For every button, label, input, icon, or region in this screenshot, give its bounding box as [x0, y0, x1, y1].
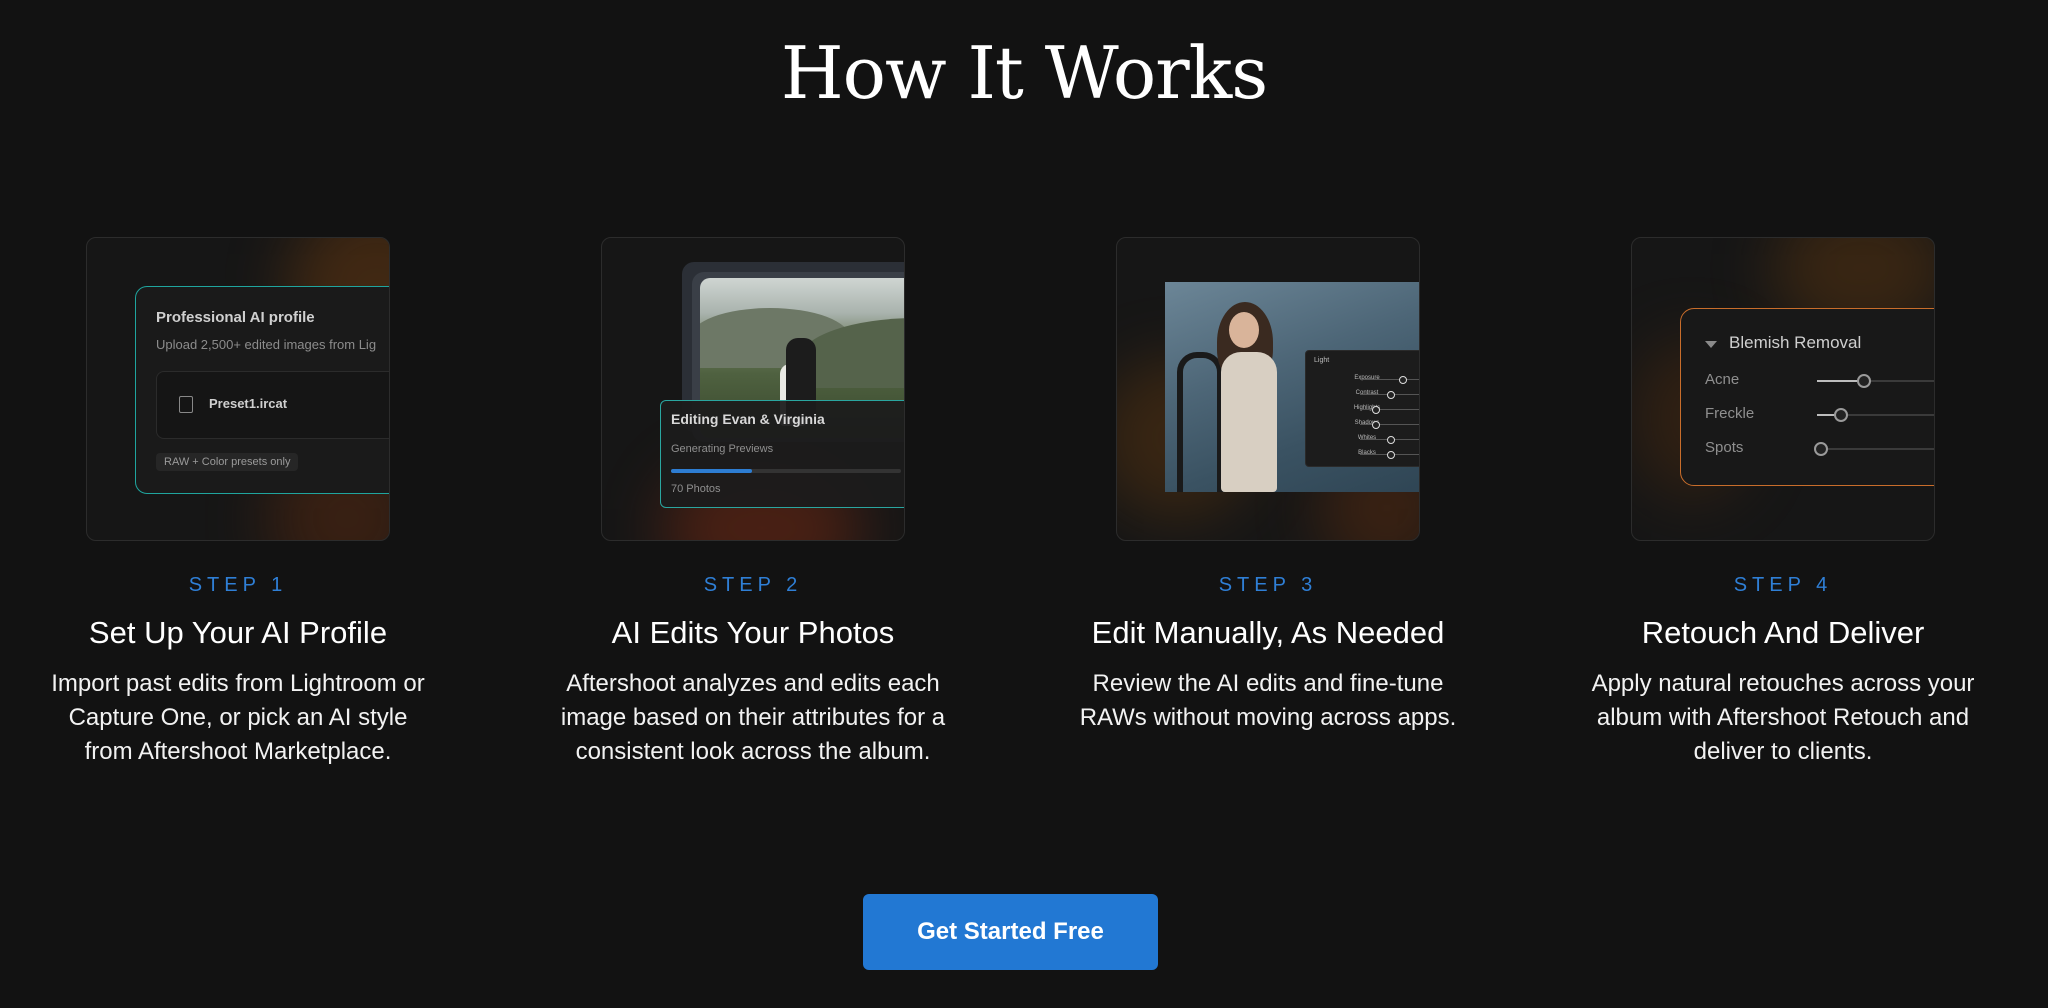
- page-title: How It Works: [780, 31, 1268, 115]
- slider-knob[interactable]: [1387, 391, 1395, 399]
- profile-panel-title: Professional AI profile: [156, 309, 315, 326]
- slider-knob[interactable]: [1856, 374, 1871, 388]
- step-2: Editing Evan & Virginia Generating Previ…: [543, 237, 963, 769]
- light-slider-label: Contrast: [1355, 390, 1379, 396]
- progress-bar: [671, 469, 901, 473]
- light-slider-row[interactable]: Highlights: [1312, 405, 1419, 415]
- light-slider-row[interactable]: Shadows: [1312, 420, 1419, 430]
- slider-fill: [1817, 380, 1863, 382]
- light-adjustments-panel: Light Exposure Contrast Highlights Shadows W…: [1305, 350, 1419, 467]
- step-3-description: Review the AI edits and fine-tune RAWs w…: [1079, 670, 1457, 731]
- step-1-description: Import past edits from Lightroom or Capt…: [51, 670, 425, 765]
- step-1-label: STEP 1: [188, 574, 288, 596]
- editing-status: Generating Previews: [671, 443, 774, 455]
- step-4-card: Blemish Removal Acne Freckle Spots: [1631, 237, 1935, 541]
- slider-track[interactable]: [1360, 409, 1419, 410]
- step-3: Light Exposure Contrast Highlights Shadows W…: [1058, 237, 1478, 735]
- blemish-removal-panel: Blemish Removal Acne Freckle Spots: [1680, 308, 1934, 486]
- ai-profile-panel: Professional AI profile Upload 2,500+ ed…: [135, 286, 389, 494]
- blemish-slider-row[interactable]: Spots: [1705, 439, 1934, 459]
- file-icon: [179, 396, 193, 413]
- slider-track[interactable]: [1360, 424, 1419, 425]
- preset-type-chip: RAW + Color presets only: [156, 453, 299, 471]
- slider-track[interactable]: [1817, 448, 1934, 450]
- step-3-card: Light Exposure Contrast Highlights Shadows W…: [1116, 237, 1420, 541]
- light-slider-label: Blacks: [1358, 450, 1376, 456]
- slider-track[interactable]: [1360, 379, 1419, 380]
- light-slider-row[interactable]: Blacks: [1312, 450, 1419, 460]
- light-slider-label: Whites: [1357, 435, 1377, 441]
- editing-progress-panel: Editing Evan & Virginia Generating Previ…: [660, 400, 904, 508]
- collapse-caret-icon: [1705, 341, 1717, 348]
- slider-knob[interactable]: [1372, 421, 1380, 429]
- slider-knob[interactable]: [1399, 376, 1407, 384]
- light-slider-row[interactable]: Contrast: [1312, 390, 1419, 400]
- slider-knob[interactable]: [1387, 451, 1395, 459]
- photo-count: 70 Photos: [671, 483, 721, 495]
- step-2-label: STEP 2: [703, 574, 803, 596]
- step-1-card: Professional AI profile Upload 2,500+ ed…: [86, 237, 390, 541]
- preset-file-row: Preset1.ircat: [156, 371, 389, 439]
- step-2-card: Editing Evan & Virginia Generating Previ…: [601, 237, 905, 541]
- slider-knob[interactable]: [1834, 408, 1849, 422]
- preset-file-name: Preset1.ircat: [209, 396, 288, 411]
- blemish-slider-label: Spots: [1705, 439, 1744, 456]
- slider-knob[interactable]: [1387, 436, 1395, 444]
- light-slider-label: Exposure: [1354, 375, 1380, 381]
- blemish-panel-title: Blemish Removal: [1729, 333, 1862, 352]
- step-3-label: STEP 3: [1218, 574, 1318, 596]
- light-slider-row[interactable]: Exposure: [1312, 375, 1419, 385]
- step-4-label: STEP 4: [1733, 574, 1833, 596]
- blemish-slider-row[interactable]: Acne: [1705, 371, 1934, 391]
- editing-title: Editing Evan & Virginia: [671, 411, 825, 427]
- step-2-heading: AI Edits Your Photos: [611, 615, 895, 650]
- blemish-slider-label: Freckle: [1705, 405, 1755, 422]
- light-panel-heading: Light: [1314, 357, 1330, 364]
- light-slider-row[interactable]: Whites: [1312, 435, 1419, 445]
- blemish-slider-row[interactable]: Freckle: [1705, 405, 1934, 425]
- step-2-description: Aftershoot analyzes and edits each image…: [560, 670, 946, 765]
- step-1-heading: Set Up Your AI Profile: [88, 615, 388, 650]
- step-4-description: Apply natural retouches across your albu…: [1591, 670, 1975, 765]
- slider-knob[interactable]: [1813, 442, 1828, 456]
- blemish-slider-label: Acne: [1705, 371, 1740, 388]
- profile-panel-subtitle: Upload 2,500+ edited images from Lig: [156, 337, 377, 352]
- step-4-heading: Retouch And Deliver: [1641, 615, 1925, 650]
- slider-knob[interactable]: [1372, 406, 1380, 414]
- step-4: Blemish Removal Acne Freckle Spots STEP 4 …: [1573, 237, 1993, 769]
- step-3-heading: Edit Manually, As Needed: [1091, 615, 1445, 650]
- step-1: Professional AI profile Upload 2,500+ ed…: [28, 237, 448, 769]
- get-started-button[interactable]: Get Started Free: [863, 894, 1158, 970]
